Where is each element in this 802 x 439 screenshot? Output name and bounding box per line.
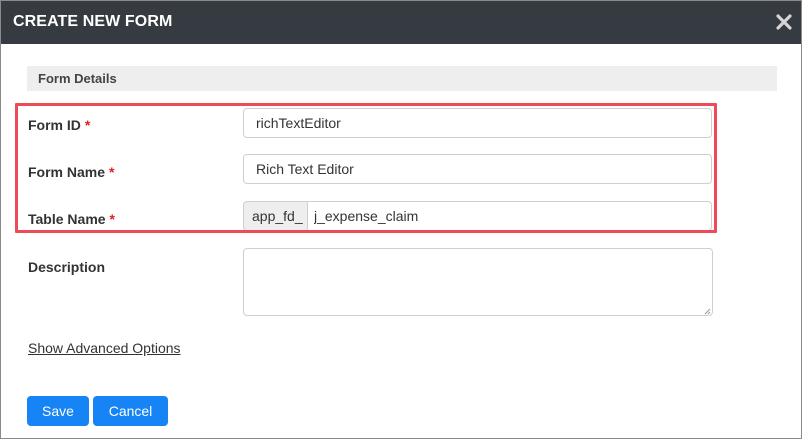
- section-title: Form Details: [38, 71, 117, 86]
- dialog-title: CREATE NEW FORM: [13, 13, 173, 30]
- description-label: Description: [28, 259, 106, 275]
- highlight-box: [15, 103, 717, 233]
- show-advanced-options-link[interactable]: Show Advanced Options: [28, 340, 181, 356]
- dialog-titlebar: CREATE NEW FORM: [1, 1, 801, 44]
- description-textarea[interactable]: [243, 248, 713, 316]
- create-form-dialog: CREATE NEW FORM Form Details Form ID* Fo…: [0, 0, 802, 439]
- resize-grip-icon[interactable]: [704, 308, 711, 315]
- section-header: Form Details: [27, 66, 777, 91]
- save-button[interactable]: Save: [27, 396, 89, 426]
- cancel-button[interactable]: Cancel: [93, 396, 168, 426]
- close-icon[interactable]: [775, 13, 793, 31]
